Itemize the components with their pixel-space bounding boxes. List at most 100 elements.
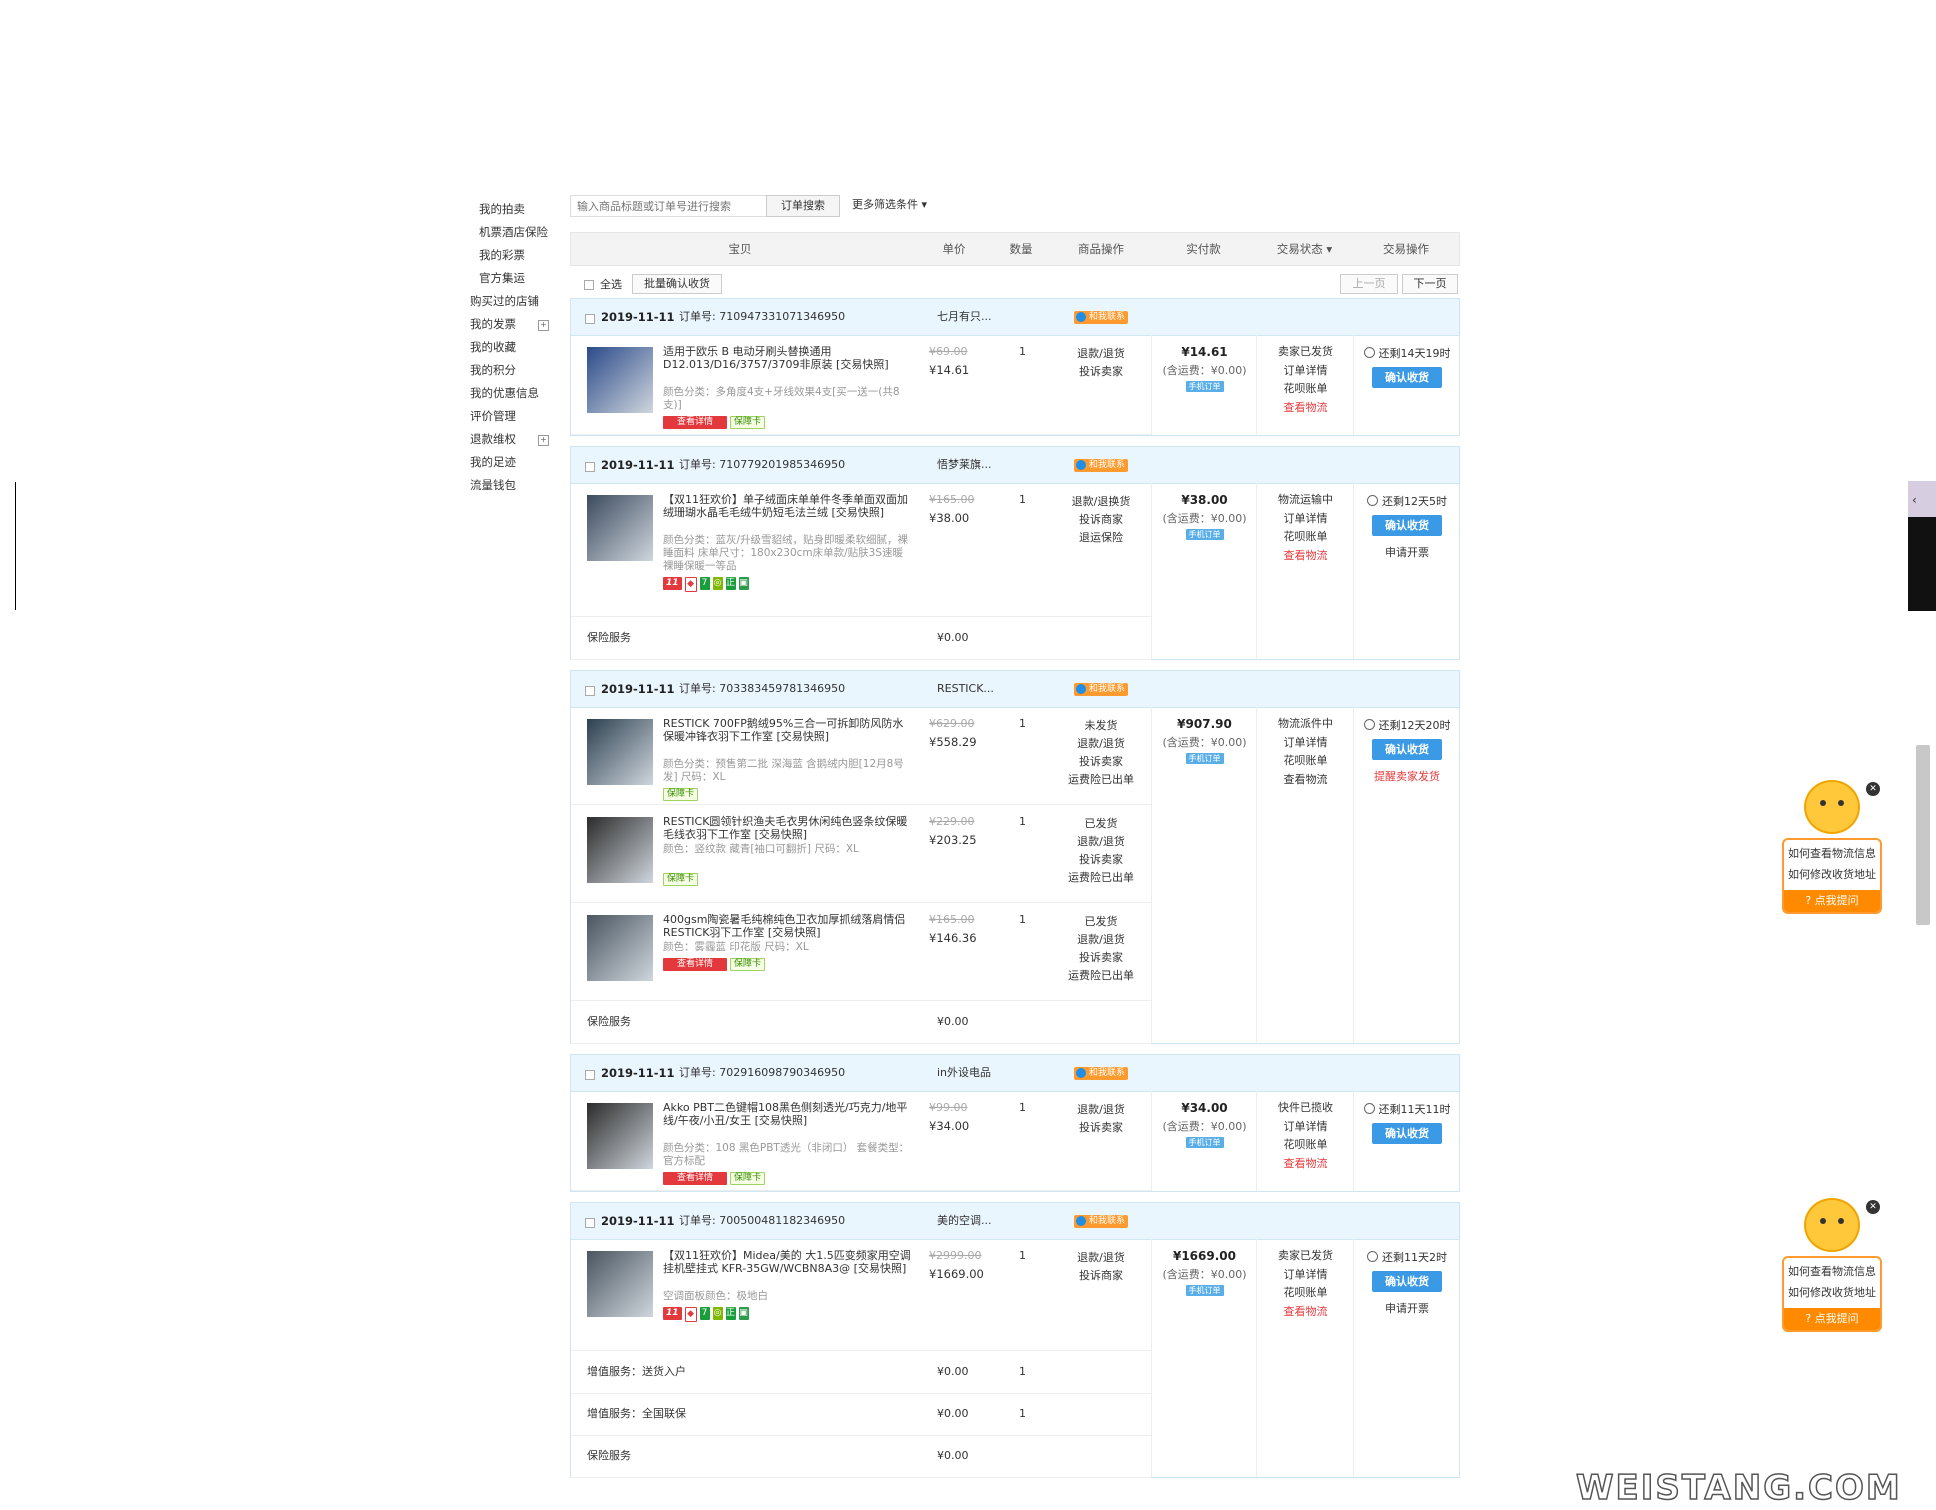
order-checkbox[interactable]: [585, 1216, 595, 1229]
status-line[interactable]: 花呗账单: [1257, 752, 1354, 771]
sidebar-item[interactable]: 评价管理: [470, 405, 580, 428]
product-thumbnail[interactable]: [587, 495, 653, 561]
item-op-link[interactable]: 运费险已出单: [1061, 771, 1141, 789]
item-op-link[interactable]: 投诉卖家: [1061, 851, 1141, 869]
item-op-link[interactable]: 运费险已出单: [1061, 869, 1141, 887]
select-all-checkbox[interactable]: [584, 278, 594, 291]
shop-name-link[interactable]: in外设电品: [937, 1055, 991, 1091]
sidebar-item[interactable]: 我的收藏: [470, 336, 580, 359]
item-op-link[interactable]: 投诉卖家: [1061, 363, 1141, 381]
shop-name-link[interactable]: 七月有只...: [937, 299, 992, 335]
sidebar-item[interactable]: 我的足迹: [470, 451, 580, 474]
col-status[interactable]: 交易状态 ▾: [1256, 233, 1353, 265]
product-title-link[interactable]: 400gsm陶瓷暑毛纯棉纯色卫衣加厚抓绒落肩情侣RESTICK羽下工作室 [交易…: [663, 913, 911, 939]
status-line[interactable]: 订单详情: [1257, 1118, 1354, 1137]
sidebar-item[interactable]: 我的优惠信息: [470, 382, 580, 405]
faq-logistics-link[interactable]: 如何查看物流信息: [1784, 1258, 1880, 1279]
expand-plus-icon[interactable]: [538, 320, 549, 331]
faq-logistics-link[interactable]: 如何查看物流信息: [1784, 840, 1880, 861]
product-thumbnail[interactable]: [587, 817, 653, 883]
status-line[interactable]: 花呗账单: [1257, 380, 1354, 399]
confirm-receipt-button[interactable]: 确认收货: [1372, 739, 1442, 760]
item-op-link[interactable]: 投诉卖家: [1061, 753, 1141, 771]
item-op-link[interactable]: 退款/退货: [1061, 735, 1141, 753]
status-line[interactable]: 订单详情: [1257, 1266, 1354, 1285]
ask-question-button[interactable]: ? 点我提问: [1784, 1308, 1880, 1330]
sidebar-item[interactable]: 我的彩票: [470, 244, 580, 267]
item-op-link[interactable]: 运费险已出单: [1061, 967, 1141, 985]
shop-name-link[interactable]: 美的空调...: [937, 1203, 992, 1239]
item-op-link[interactable]: 退款/退货: [1061, 1249, 1141, 1267]
product-thumbnail[interactable]: [587, 347, 653, 413]
item-op-link[interactable]: 已发货: [1061, 815, 1141, 833]
confirm-receipt-button[interactable]: 确认收货: [1372, 515, 1442, 536]
order-search-button[interactable]: 订单搜索: [766, 195, 840, 217]
item-op-link[interactable]: 投诉商家: [1061, 1267, 1141, 1285]
item-op-link[interactable]: 退款/退货: [1061, 1101, 1141, 1119]
view-logistics-link[interactable]: 查看物流: [1257, 1155, 1354, 1174]
product-title-link[interactable]: 【双11狂欢价】Midea/美的 大1.5匹变频家用空调挂机壁挂式 KFR-35…: [663, 1249, 911, 1275]
more-filters-toggle[interactable]: 更多筛选条件 ▾: [852, 195, 927, 215]
item-op-link[interactable]: 退款/退换货: [1061, 493, 1141, 511]
status-line[interactable]: 订单详情: [1257, 510, 1354, 529]
remind-seller-link[interactable]: 提醒卖家发货: [1354, 768, 1460, 784]
faq-address-link[interactable]: 如何修改收货地址: [1784, 1279, 1880, 1300]
status-line[interactable]: 花呗账单: [1257, 1136, 1354, 1155]
product-title-link[interactable]: Akko PBT二色键帽108黑色侧刻透光/巧克力/地平线/午夜/小丑/女王 […: [663, 1101, 911, 1127]
sidebar-item[interactable]: 退款维权: [470, 428, 580, 451]
item-op-link[interactable]: 投诉卖家: [1061, 1119, 1141, 1137]
order-checkbox[interactable]: [585, 684, 595, 697]
product-thumbnail[interactable]: [587, 1251, 653, 1317]
view-logistics-link[interactable]: 查看物流: [1257, 399, 1354, 418]
order-checkbox[interactable]: [585, 1068, 595, 1081]
scrollbar-thumb[interactable]: [1916, 745, 1930, 925]
contact-seller-button[interactable]: 和我联系: [1074, 683, 1129, 696]
product-title-link[interactable]: 【双11狂欢价】单子绒面床单单件冬季单面双面加绒珊瑚水晶毛毛绒牛奶短毛法兰绒 […: [663, 493, 911, 519]
status-line[interactable]: 花呗账单: [1257, 1284, 1354, 1303]
sidebar-item[interactable]: 我的积分: [470, 359, 580, 382]
product-thumbnail[interactable]: [587, 1103, 653, 1169]
item-op-link[interactable]: 退款/退货: [1061, 345, 1141, 363]
confirm-receipt-button[interactable]: 确认收货: [1372, 1123, 1442, 1144]
close-icon[interactable]: ✕: [1866, 1200, 1880, 1214]
item-op-link[interactable]: 未发货: [1061, 717, 1141, 735]
item-op-link[interactable]: 投诉卖家: [1061, 949, 1141, 967]
close-icon[interactable]: ✕: [1866, 782, 1880, 796]
product-title-link[interactable]: RESTICK 700FP鹅绒95%三合一可拆卸防风防水保暖冲锋衣羽下工作室 […: [663, 717, 911, 743]
confirm-receipt-button[interactable]: 确认收货: [1372, 367, 1442, 388]
contact-seller-button[interactable]: 和我联系: [1074, 1067, 1129, 1080]
contact-seller-button[interactable]: 和我联系: [1074, 459, 1129, 472]
product-title-link[interactable]: RESTICK圆领针织渔夫毛衣男休闲纯色竖条纹保暖毛线衣羽下工作室 [交易快照]: [663, 815, 911, 841]
status-line[interactable]: 花呗账单: [1257, 528, 1354, 547]
confirm-receipt-button[interactable]: 确认收货: [1372, 1271, 1442, 1292]
order-checkbox[interactable]: [585, 312, 595, 325]
contact-seller-button[interactable]: 和我联系: [1074, 311, 1129, 324]
view-logistics-link[interactable]: 查看物流: [1257, 1303, 1354, 1322]
sidebar-item[interactable]: 我的拍卖: [470, 198, 580, 221]
sidebar-item[interactable]: 机票酒店保险: [470, 221, 580, 244]
ask-question-button[interactable]: ? 点我提问: [1784, 890, 1880, 912]
item-op-link[interactable]: 退款/退货: [1061, 833, 1141, 851]
request-invoice-link[interactable]: 申请开票: [1354, 544, 1460, 560]
faq-address-link[interactable]: 如何修改收货地址: [1784, 861, 1880, 882]
prev-page-button[interactable]: 上一页: [1340, 274, 1398, 294]
next-page-button[interactable]: 下一页: [1402, 274, 1458, 294]
side-banner[interactable]: ‹: [1908, 481, 1936, 611]
sidebar-item[interactable]: 购买过的店铺: [470, 290, 580, 313]
item-op-link[interactable]: 已发货: [1061, 913, 1141, 931]
expand-plus-icon[interactable]: [538, 435, 549, 446]
status-line[interactable]: 查看物流: [1257, 771, 1354, 790]
status-line[interactable]: 订单详情: [1257, 362, 1354, 381]
shop-name-link[interactable]: RESTICK...: [937, 671, 994, 707]
sidebar-item[interactable]: 官方集运: [470, 267, 580, 290]
product-title-link[interactable]: 适用于欧乐 B 电动牙刷头替换通用D12.013/D16/3757/3709非原…: [663, 345, 911, 371]
product-thumbnail[interactable]: [587, 719, 653, 785]
order-checkbox[interactable]: [585, 460, 595, 473]
item-op-link[interactable]: 退款/退货: [1061, 931, 1141, 949]
contact-seller-button[interactable]: 和我联系: [1074, 1215, 1129, 1228]
shop-name-link[interactable]: 悟梦莱旗...: [937, 447, 992, 483]
product-thumbnail[interactable]: [587, 915, 653, 981]
batch-confirm-button[interactable]: 批量确认收货: [632, 274, 722, 294]
item-op-link[interactable]: 投诉商家: [1061, 511, 1141, 529]
status-line[interactable]: 订单详情: [1257, 734, 1354, 753]
